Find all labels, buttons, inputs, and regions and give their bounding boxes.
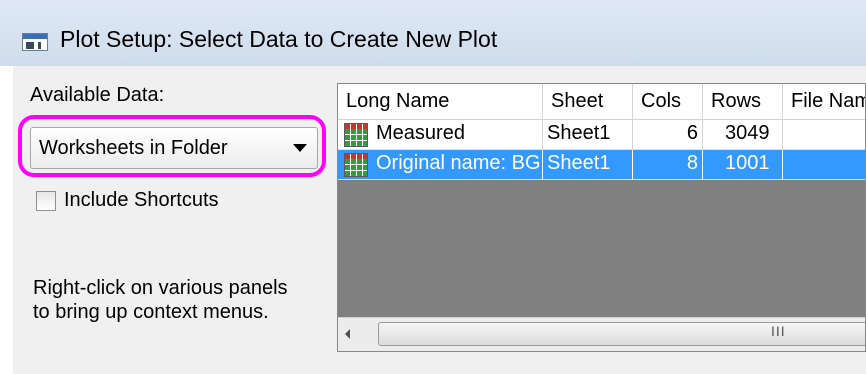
data-source-select-value: Worksheets in Folder <box>39 137 228 159</box>
long-name-text: Original name: BG <box>376 152 541 174</box>
available-data-label: Available Data: <box>30 84 165 106</box>
long-name-text: Measured <box>376 122 465 144</box>
cell-file-name[interactable] <box>783 120 865 150</box>
cell-rows[interactable]: 1001 <box>703 150 783 180</box>
cell-sheet[interactable]: Sheet1 <box>543 150 633 180</box>
hint-text-line1: Right-click on various panels <box>33 277 288 299</box>
worksheet-icon <box>344 153 368 177</box>
column-header-file-name[interactable]: File Nam <box>783 84 865 120</box>
scroll-grip-icon: III <box>771 323 786 339</box>
cell-sheet[interactable]: Sheet1 <box>543 120 633 150</box>
scroll-left-arrow-icon[interactable] <box>345 329 350 339</box>
cell-cols[interactable]: 8 <box>633 150 703 180</box>
window-title: Plot Setup: Select Data to Create New Pl… <box>60 26 498 52</box>
plot-setup-dialog: Plot Setup: Select Data to Create New Pl… <box>0 0 866 374</box>
column-header-rows[interactable]: Rows <box>703 84 783 120</box>
cell-long-name[interactable]: Measured <box>338 120 543 150</box>
cell-cols[interactable]: 6 <box>633 120 703 150</box>
include-shortcuts-label[interactable]: Include Shortcuts <box>64 189 219 212</box>
horizontal-scrollbar[interactable]: III <box>338 317 865 351</box>
data-source-select[interactable]: Worksheets in Folder <box>30 127 318 169</box>
cell-rows[interactable]: 3049 <box>703 120 783 150</box>
scrollbar-thumb[interactable] <box>378 322 865 346</box>
data-grid[interactable]: Long Name Sheet Cols Rows File Nam Measu… <box>337 83 866 352</box>
table-row[interactable]: Measured Sheet1 6 3049 <box>338 120 865 150</box>
column-header-cols[interactable]: Cols <box>633 84 703 120</box>
column-header-sheet[interactable]: Sheet <box>543 84 633 120</box>
title-bar: Plot Setup: Select Data to Create New Pl… <box>0 0 866 66</box>
include-shortcuts-checkbox[interactable] <box>36 191 56 211</box>
column-header-long-name[interactable]: Long Name <box>338 84 543 120</box>
cell-long-name[interactable]: Original name: BG <box>338 150 543 180</box>
hint-text-line2: to bring up context menus. <box>33 301 269 323</box>
cell-file-name[interactable] <box>783 150 865 180</box>
chevron-down-icon[interactable] <box>293 144 307 152</box>
table-row-selected[interactable]: Original name: BG Sheet1 8 1001 <box>338 150 865 180</box>
worksheet-icon <box>344 123 368 147</box>
window-icon <box>22 33 48 51</box>
